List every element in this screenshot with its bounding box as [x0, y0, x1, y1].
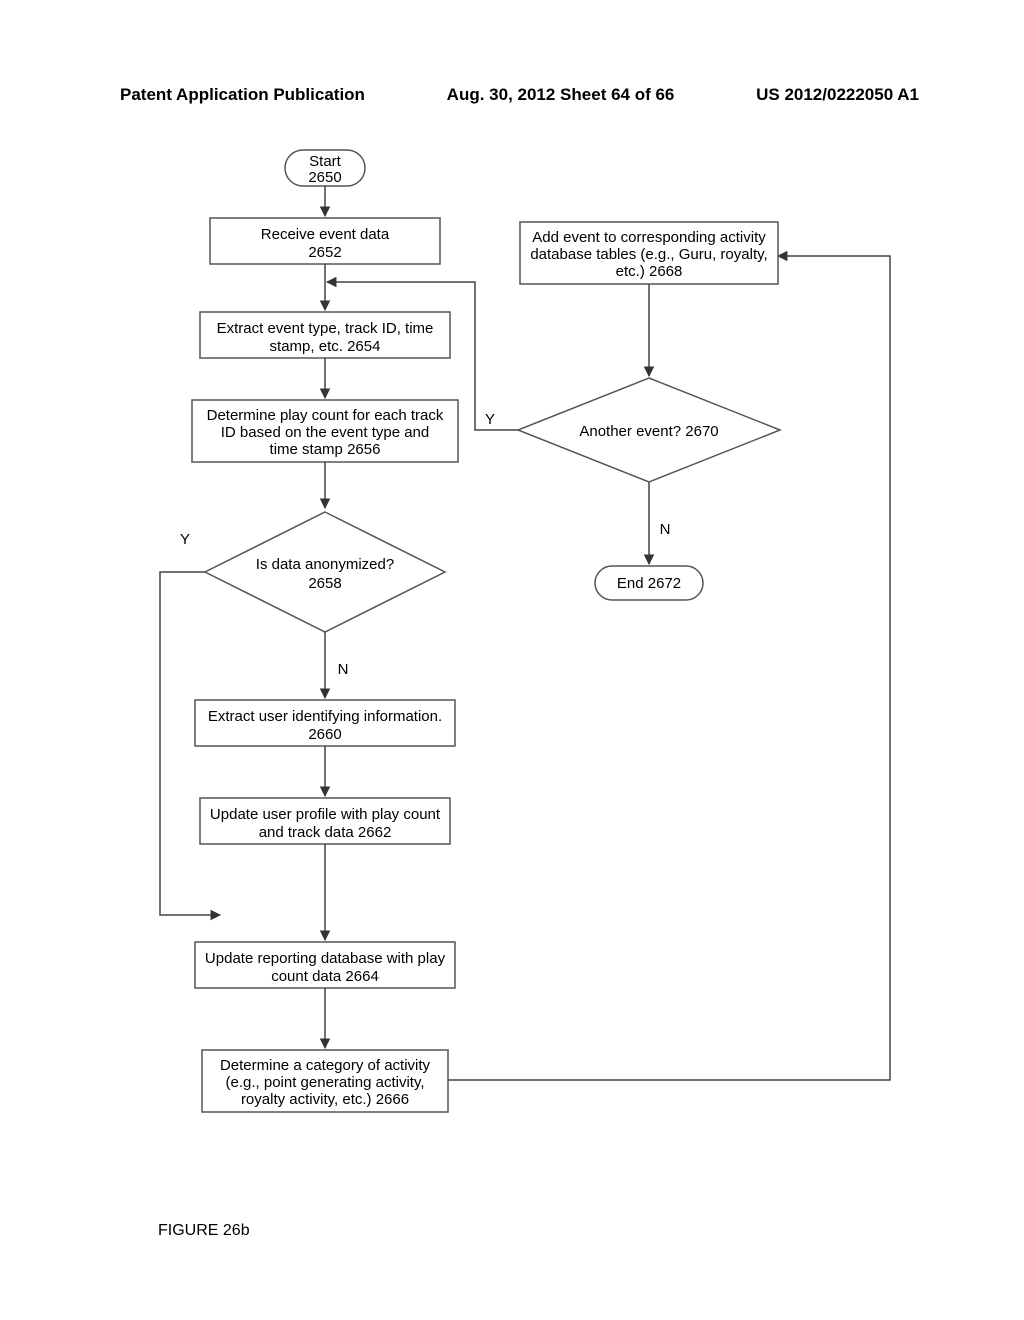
- add-event-label-1: Add event to corresponding activity: [532, 229, 766, 246]
- start-label-2: 2650: [308, 169, 341, 186]
- update-reporting-label-2: count data 2664: [271, 968, 379, 985]
- anon-y-label: Y: [180, 531, 190, 548]
- another-label-1: Another event? 2670: [579, 423, 718, 440]
- flowchart: Start 2650 Receive event data 2652 Extra…: [120, 140, 910, 1240]
- page-header: Patent Application Publication Aug. 30, …: [120, 85, 919, 105]
- extract-type-label-2: stamp, etc. 2654: [270, 338, 381, 355]
- anon-n-label: N: [338, 661, 349, 678]
- header-left: Patent Application Publication: [120, 85, 365, 105]
- determine-cat-label-1: Determine a category of activity: [220, 1057, 431, 1074]
- determine-cat-label-3: royalty activity, etc.) 2666: [241, 1091, 409, 1108]
- header-right: US 2012/0222050 A1: [756, 85, 919, 105]
- determine-play-label-1: Determine play count for each track: [207, 407, 444, 424]
- end-label-1: End 2672: [617, 575, 681, 592]
- determine-play-label-2: ID based on the event type and: [221, 424, 429, 441]
- arrow-category-to-addevent: [448, 256, 890, 1080]
- receive-label-1: Receive event data: [261, 226, 390, 243]
- receive-label-2: 2652: [308, 244, 341, 261]
- determine-cat-label-2: (e.g., point generating activity,: [226, 1074, 425, 1091]
- page: Patent Application Publication Aug. 30, …: [0, 0, 1024, 1320]
- another-n-label: N: [660, 521, 671, 538]
- add-event-label-3: etc.) 2668: [616, 263, 683, 280]
- extract-user-label-1: Extract user identifying information.: [208, 708, 442, 725]
- determine-play-label-3: time stamp 2656: [270, 441, 381, 458]
- add-event-label-2: database tables (e.g., Guru, royalty,: [530, 246, 767, 263]
- extract-user-label-2: 2660: [308, 726, 341, 743]
- update-reporting-label-1: Update reporting database with play: [205, 950, 446, 967]
- another-y-label: Y: [485, 411, 495, 428]
- figure-label: FIGURE 26b: [158, 1222, 250, 1240]
- header-center: Aug. 30, 2012 Sheet 64 of 66: [447, 85, 675, 105]
- anon-label-2: 2658: [308, 575, 341, 592]
- start-label-1: Start: [309, 153, 342, 170]
- update-profile-label-1: Update user profile with play count: [210, 806, 441, 823]
- extract-type-label-1: Extract event type, track ID, time: [217, 320, 434, 337]
- anon-label-1: Is data anonymized?: [256, 556, 394, 573]
- update-profile-label-2: and track data 2662: [259, 824, 392, 841]
